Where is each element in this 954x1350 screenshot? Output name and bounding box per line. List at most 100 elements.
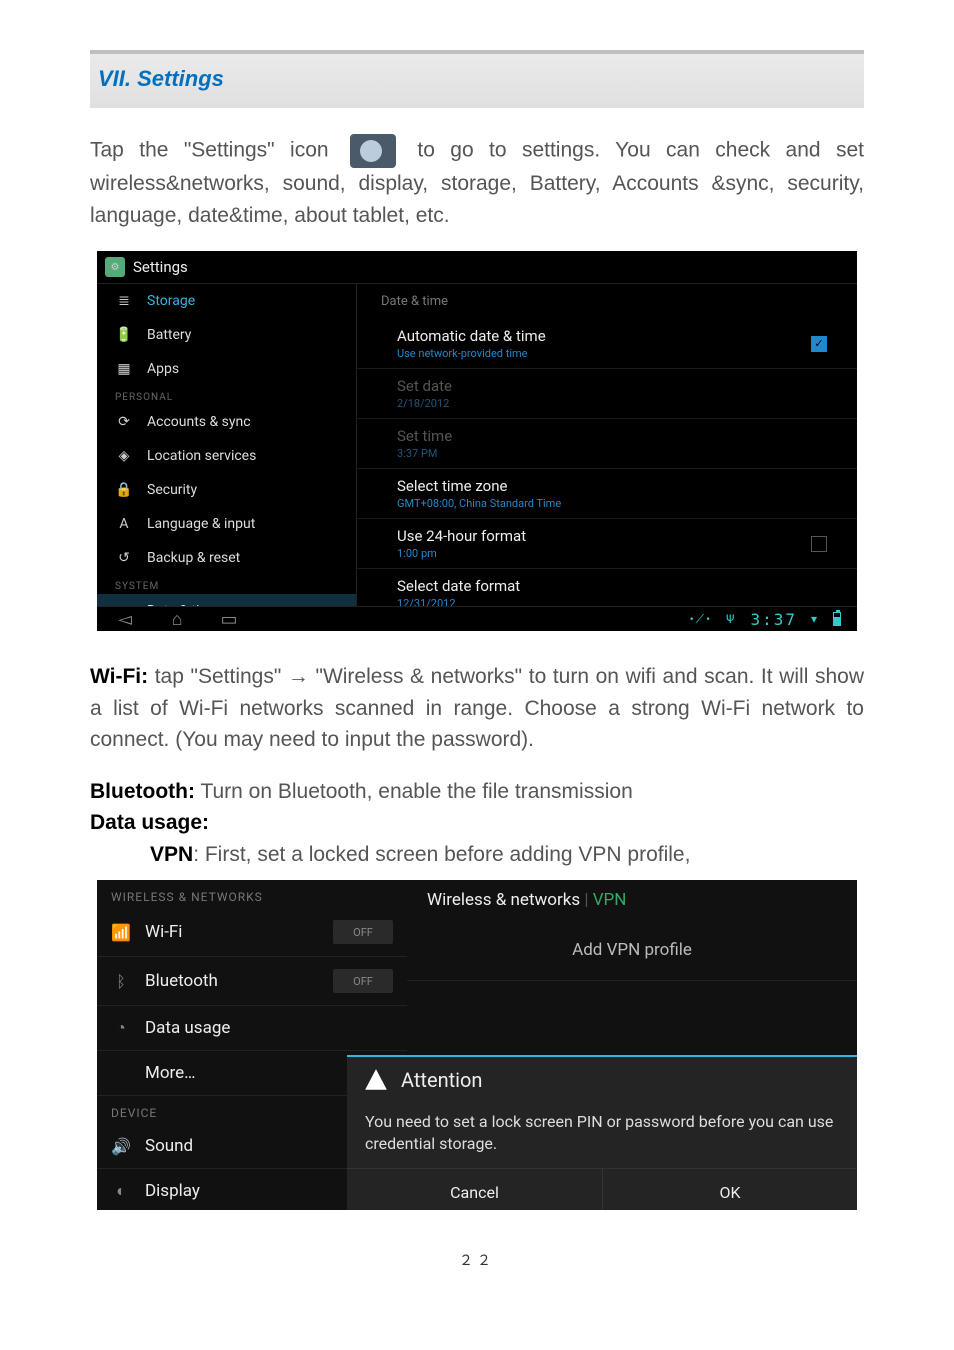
dialog-message: You need to set a lock screen PIN or pas…	[347, 1103, 857, 1169]
ok-button[interactable]: OK	[602, 1169, 857, 1210]
sidebar-item-battery[interactable]: 🔋 Battery	[97, 318, 356, 352]
sidebar-label: Storage	[147, 293, 195, 309]
battery-status-icon	[833, 612, 841, 626]
settings-sidebar: ≣ Storage 🔋 Battery ▦ Apps PERSONAL ⟳ Ac…	[97, 284, 357, 606]
crumb-vpn: VPN	[593, 890, 627, 910]
sd-icon: •⟋•	[690, 612, 713, 627]
battery-icon: 🔋	[115, 326, 133, 344]
option-set-date: Set date 2/18/2012	[357, 369, 857, 419]
section-heading-bar: VII. Settings	[90, 50, 864, 108]
sidebar-label: Security	[147, 482, 197, 498]
sidebar-item-accounts-sync[interactable]: ⟳ Accounts & sync	[97, 405, 356, 439]
sidebar-label: Location services	[147, 448, 256, 464]
crumb-wireless: Wireless & networks	[427, 890, 580, 910]
option-auto-date-time[interactable]: Automatic date & time Use network-provid…	[357, 319, 857, 369]
window-title-row: ⚙ Settings	[97, 251, 857, 284]
option-primary: Select time zone	[397, 477, 561, 495]
sidebar-label: Bluetooth	[145, 971, 218, 991]
option-secondary: 3:37 PM	[397, 447, 452, 460]
sound-icon: 🔊	[111, 1136, 131, 1156]
nav-back-icon[interactable]: ◅	[113, 607, 137, 631]
status-clock: 3:37	[750, 610, 797, 629]
dialog-title-row: Attention	[347, 1057, 857, 1103]
section-heading: VII. Settings	[98, 66, 856, 92]
sidebar-label: Battery	[147, 327, 191, 343]
bluetooth-label: Bluetooth:	[90, 780, 195, 803]
option-select-timezone[interactable]: Select time zone GMT+08:00, China Standa…	[357, 469, 857, 519]
option-primary: Select date format	[397, 577, 520, 595]
wifi-icon: 📶	[111, 922, 131, 942]
screenshot-wireless-vpn: WIRELESS & NETWORKS 📶Wi-Fi OFF ᛒ Bluetoot…	[97, 880, 857, 1210]
page-number: ２２	[90, 1250, 864, 1270]
sync-icon: ⟳	[115, 413, 133, 431]
option-primary: Automatic date & time	[397, 327, 546, 345]
checkbox-unchecked-icon[interactable]	[811, 536, 827, 552]
option-primary: Use 24-hour format	[397, 527, 526, 545]
sidebar-item-backup-reset[interactable]: ↺ Backup & reset	[97, 541, 356, 575]
language-icon: A	[115, 515, 133, 533]
usb-icon: Ψ	[726, 612, 736, 626]
sidebar-item-security[interactable]: 🔒 Security	[97, 473, 356, 507]
wifi-toggle[interactable]: OFF	[333, 920, 393, 944]
sidebar-item-bluetooth[interactable]: ᛒ Bluetooth OFF	[97, 957, 407, 1006]
breadcrumb: Wireless & networks | VPN	[407, 880, 857, 920]
blank-icon	[111, 1063, 131, 1083]
wifi-label: Wi-Fi:	[90, 665, 148, 688]
sidebar-label: More…	[145, 1063, 196, 1083]
location-icon: ◈	[115, 447, 133, 465]
bluetooth-text: Turn on Bluetooth, enable the file trans…	[195, 780, 633, 803]
data-usage-icon: ◔	[111, 1018, 131, 1038]
add-vpn-profile[interactable]: Add VPN profile	[407, 920, 857, 981]
bluetooth-icon: ᛒ	[111, 971, 131, 991]
sidebar-item-storage[interactable]: ≣ Storage	[97, 284, 356, 318]
option-secondary: 2/18/2012	[397, 397, 452, 410]
sidebar-label: Display	[145, 1181, 200, 1201]
system-navbar: ◅ ⌂ ▭ •⟋• Ψ 3:37 ▾	[97, 606, 857, 631]
nav-recent-icon[interactable]: ▭	[217, 607, 241, 631]
datausage-heading: Data usage:	[90, 807, 864, 839]
backup-icon: ↺	[115, 549, 133, 567]
intro-part1: Tap the "Settings" icon	[90, 139, 329, 162]
sidebar-label: Apps	[147, 361, 179, 377]
vpn-label: VPN	[150, 843, 193, 866]
display-icon: ◐	[111, 1181, 131, 1201]
option-primary: Set date	[397, 377, 452, 395]
sidebar-label: Sound	[145, 1136, 193, 1156]
sidebar-label: Backup & reset	[147, 550, 240, 566]
dialog-buttons: Cancel OK	[347, 1169, 857, 1210]
sidebar-item-date-time[interactable]: ◷ Date & time	[97, 594, 356, 606]
sidebar-item-language[interactable]: A Language & input	[97, 507, 356, 541]
option-primary: Set time	[397, 427, 452, 445]
option-secondary: 1:00 pm	[397, 547, 526, 560]
wifi-status-icon: ▾	[811, 612, 819, 626]
sidebar-label: Accounts & sync	[147, 414, 251, 430]
sidebar-category-wireless: WIRELESS & NETWORKS	[97, 880, 407, 908]
option-set-time: Set time 3:37 PM	[357, 419, 857, 469]
settings-gear-icon: ⚙	[105, 257, 125, 277]
checkbox-checked-icon[interactable]	[811, 336, 827, 352]
pane-title: Date & time	[357, 284, 857, 319]
sidebar-label: Language & input	[147, 516, 255, 532]
bluetooth-toggle[interactable]: OFF	[333, 969, 393, 993]
sidebar-item-data-usage[interactable]: ◔Data usage	[97, 1006, 407, 1051]
dialog-title: Attention	[401, 1068, 482, 1092]
option-secondary: Use network-provided time	[397, 347, 546, 360]
vpn-text: : First, set a locked screen before addi…	[193, 843, 690, 866]
nav-home-icon[interactable]: ⌂	[165, 607, 189, 631]
bluetooth-paragraph: Bluetooth: Turn on Bluetooth, enable the…	[90, 776, 864, 808]
option-24h-format[interactable]: Use 24-hour format 1:00 pm	[357, 519, 857, 569]
cancel-button[interactable]: Cancel	[347, 1169, 602, 1210]
warning-icon	[363, 1067, 389, 1093]
sidebar-item-location[interactable]: ◈ Location services	[97, 439, 356, 473]
wifi-paragraph: Wi-Fi: tap "Settings" → "Wireless & netw…	[90, 661, 864, 756]
sidebar-item-apps[interactable]: ▦ Apps	[97, 352, 356, 386]
attention-dialog: Attention You need to set a lock screen …	[347, 1055, 857, 1210]
settings-main-pane: Date & time Automatic date & time Use ne…	[357, 284, 857, 606]
sidebar-category-system: SYSTEM	[97, 575, 356, 594]
sidebar-item-wifi[interactable]: 📶Wi-Fi OFF	[97, 908, 407, 957]
wifi-text: tap "Settings" → "Wireless & networks" t…	[90, 665, 864, 751]
vpn-paragraph: VPN: First, set a locked screen before a…	[90, 839, 864, 871]
window-title: Settings	[133, 258, 188, 276]
storage-icon: ≣	[115, 292, 133, 310]
screenshot-settings-date-time: ⚙ Settings ≣ Storage 🔋 Battery ▦ Apps PE…	[97, 251, 857, 631]
